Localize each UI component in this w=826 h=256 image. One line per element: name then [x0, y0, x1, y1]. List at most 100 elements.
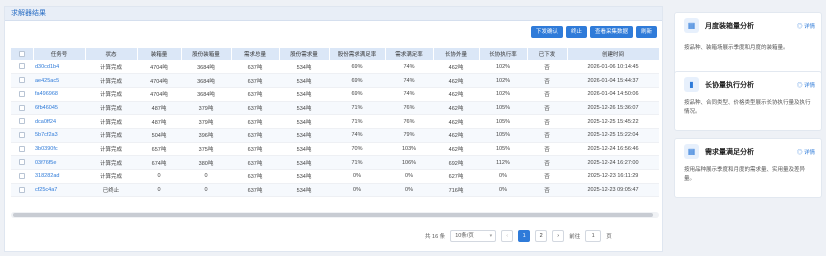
table-cell: 3684吨: [181, 60, 231, 75]
table-row[interactable]: cf25c4a7 已终止 0 0 637吨 534吨 0% 0% 716吨 0% 否 2025-12-…: [11, 183, 659, 198]
task-id-link[interactable]: ae425ac5: [33, 73, 85, 88]
table-row[interactable]: dca0ff24 计算完成 487吨 379吨 637吨 534吨 71% 76% 462吨 10…: [11, 114, 659, 129]
page-size-select[interactable]: 10条/页 ▾: [450, 230, 497, 242]
prev-page-button[interactable]: ‹: [501, 230, 514, 242]
table-cell: 462吨: [433, 87, 479, 102]
table-cell: 487吨: [137, 114, 181, 129]
card-description: 按用品种展示季度和月度的需求量、实用量及差异量。: [684, 167, 806, 182]
table-cell: 0%: [479, 169, 527, 184]
table-cell: 462吨: [433, 128, 479, 143]
column-header[interactable]: 装箱量: [137, 48, 182, 60]
horizontal-scrollbar[interactable]: [11, 212, 659, 218]
table-cell: 112%: [479, 155, 527, 170]
table-cell: 否: [527, 87, 567, 102]
column-header[interactable]: 股份需求量: [279, 48, 330, 60]
column-header[interactable]: 股份需求满足率: [329, 48, 386, 60]
task-id-link[interactable]: 318282ad: [33, 169, 85, 184]
column-header[interactable]: 需求总量: [231, 48, 280, 60]
column-header[interactable]: 长协外量: [433, 48, 480, 60]
table-row[interactable]: ae425ac5 计算完成 4704吨 3684吨 637吨 534吨 69% 74% 462吨…: [11, 73, 659, 88]
table-cell: 0%: [385, 169, 433, 184]
row-checkbox[interactable]: [11, 169, 33, 184]
column-header[interactable]: 已下发: [527, 48, 568, 60]
task-id-link[interactable]: 5b7cf2a3: [33, 128, 85, 143]
next-page-button[interactable]: ›: [552, 230, 565, 242]
table-cell: 534吨: [279, 155, 329, 170]
task-id-link[interactable]: d30cd1b4: [33, 60, 85, 75]
row-checkbox[interactable]: [11, 183, 33, 198]
table-cell: 69%: [329, 73, 385, 88]
task-id-link[interactable]: cf25c4a7: [33, 183, 85, 198]
table-row[interactable]: 5b7cf2a3 计算完成 504吨 396吨 637吨 534吨 74% 79% 462吨 10…: [11, 128, 659, 143]
table-cell: 74%: [385, 87, 433, 102]
column-header[interactable]: 创建时间: [567, 48, 660, 60]
task-id-link[interactable]: dca0ff24: [33, 114, 85, 129]
row-checkbox[interactable]: [11, 60, 33, 75]
table-cell: 637吨: [231, 60, 279, 75]
task-id-link[interactable]: 3b0390fc: [33, 142, 85, 157]
calendar-icon: ▦: [684, 144, 699, 159]
table-cell: 2025-12-24 16:56:46: [567, 142, 659, 157]
dispatch-confirm-button[interactable]: 下发确认: [530, 26, 563, 38]
column-header[interactable]: 股份装箱量: [181, 48, 232, 60]
card-title: 月度装箱量分析: [705, 23, 754, 30]
table-row[interactable]: 6fb46045 计算完成 487吨 379吨 637吨 534吨 71% 76% 462吨 10…: [11, 101, 659, 116]
table-row[interactable]: 318282ad 计算完成 0 0 637吨 534吨 0% 0% 627吨 0% 否 2025-12…: [11, 169, 659, 184]
table-cell: 637吨: [231, 169, 279, 184]
table-cell: 3684吨: [181, 87, 231, 102]
row-checkbox[interactable]: [11, 114, 33, 129]
bar-chart-icon: ▮: [684, 77, 699, 92]
row-checkbox[interactable]: [11, 87, 33, 102]
details-link[interactable]: ◎ 详情: [797, 148, 815, 156]
column-header[interactable]: 任务号: [33, 48, 86, 60]
table-cell: 2025-12-25 15:45:22: [567, 114, 659, 129]
table-cell: 71%: [329, 101, 385, 116]
task-id-link[interactable]: fa496968: [33, 87, 85, 102]
table-cell: 462吨: [433, 142, 479, 157]
table-cell: 0: [137, 183, 181, 198]
task-id-link[interactable]: 6fb46045: [33, 101, 85, 116]
table-cell: 102%: [479, 60, 527, 75]
card-demand-satisfaction[interactable]: ▦ 需求量满足分析 ◎ 详情 按用品种展示季度和月度的需求量、实用量及差异量。: [674, 138, 822, 198]
table-cell: 0%: [329, 183, 385, 198]
table-cell: 计算完成: [85, 142, 137, 157]
table-cell: 2025-12-24 16:27:00: [567, 155, 659, 170]
table-cell: 534吨: [279, 128, 329, 143]
table-cell: 637吨: [231, 73, 279, 88]
table-cell: 103%: [385, 142, 433, 157]
task-id-link[interactable]: 03f76f5e: [33, 155, 85, 170]
table-cell: 716吨: [433, 183, 479, 198]
card-long-term-execution[interactable]: ▮ 长协量执行分析 ◎ 详情 按品种、合同类型、价格类型展示长协执行量及执行情况…: [674, 71, 822, 131]
details-link[interactable]: ◎ 详情: [797, 22, 815, 30]
column-header[interactable]: 需求满足率: [385, 48, 434, 60]
select-all-checkbox[interactable]: [11, 48, 34, 60]
table-header-row: 任务号 状态 装箱量 股份装箱量 需求总量 股份需求量 股份需求满足率 需求满足…: [11, 48, 660, 60]
table-row[interactable]: d30cd1b4 计算完成 4704吨 3684吨 637吨 534吨 69% 74% 462吨…: [11, 60, 659, 75]
table-cell: 2025-12-25 15:22:04: [567, 128, 659, 143]
table-cell: 4704吨: [137, 60, 181, 75]
table-cell: 否: [527, 114, 567, 129]
table-row[interactable]: fa496968 计算完成 4704吨 3684吨 637吨 534吨 69% 74% 462吨…: [11, 87, 659, 102]
table-row[interactable]: 03f76f5e 计算完成 674吨 380吨 637吨 534吨 71% 106% 692吨 1…: [11, 155, 659, 170]
page-1-button[interactable]: 1: [518, 230, 531, 242]
row-checkbox[interactable]: [11, 155, 33, 170]
table-cell: 105%: [479, 101, 527, 116]
row-checkbox[interactable]: [11, 142, 33, 157]
table-cell: 76%: [385, 101, 433, 116]
terminate-button[interactable]: 终止: [565, 26, 587, 38]
page-2-button[interactable]: 2: [535, 230, 548, 242]
goto-page-input[interactable]: 1: [585, 230, 602, 242]
table-row[interactable]: 3b0390fc 计算完成 657吨 375吨 637吨 534吨 70% 103% 462吨 1…: [11, 142, 659, 157]
table-cell: 2025-12-26 15:36:07: [567, 101, 659, 116]
table-cell: 637吨: [231, 142, 279, 157]
row-checkbox[interactable]: [11, 101, 33, 116]
column-header[interactable]: 长协执行率: [479, 48, 528, 60]
refresh-button[interactable]: 刷新: [635, 26, 657, 38]
table-cell: 计算完成: [85, 73, 137, 88]
view-collected-data-button[interactable]: 查看采集数据: [589, 26, 633, 38]
table-cell: 3684吨: [181, 73, 231, 88]
row-checkbox[interactable]: [11, 128, 33, 143]
details-link[interactable]: ◎ 详情: [797, 81, 815, 89]
column-header[interactable]: 状态: [85, 48, 138, 60]
row-checkbox[interactable]: [11, 73, 33, 88]
